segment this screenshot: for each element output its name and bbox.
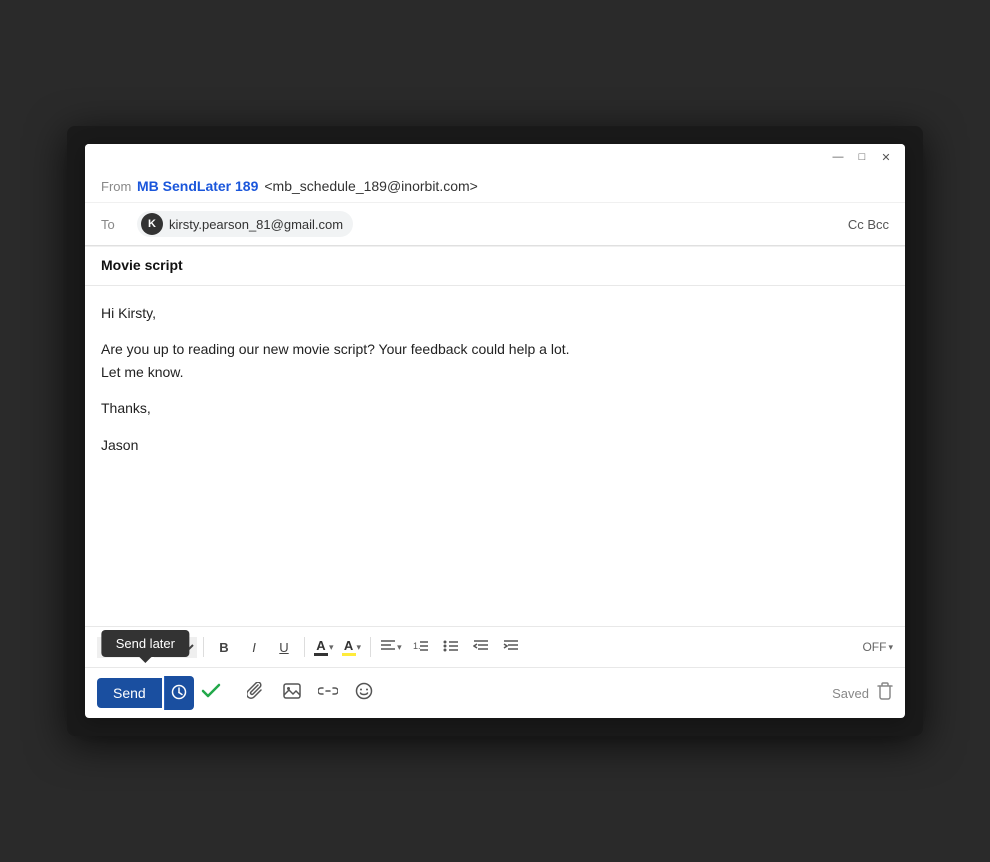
align-button[interactable]: ▾ (377, 639, 405, 656)
svg-text:1.: 1. (413, 641, 421, 651)
image-icon (283, 683, 301, 704)
from-email: <mb_schedule_189@inorbit.com> (264, 178, 477, 194)
indent-decrease-icon (473, 639, 489, 656)
indent-increase-icon (503, 639, 519, 656)
font-size-select[interactable]: 10 (154, 637, 197, 658)
unordered-list-icon (443, 639, 459, 656)
to-row: To K kirsty.pearson_81@gmail.com Cc Bcc (85, 203, 905, 245)
font-color-dropdown-arrow: ▾ (329, 642, 334, 653)
body-greeting: Hi Kirsty, (101, 302, 889, 324)
body-thanks: Thanks, (101, 397, 889, 419)
emoji-button[interactable] (348, 677, 380, 709)
font-color-icon: A (314, 638, 328, 656)
formatting-toolbar: Arial 10 B I U A ▾ (85, 626, 905, 667)
from-row: From MB SendLater 189 <mb_schedule_189@i… (85, 170, 905, 203)
body-signature: Jason (101, 434, 889, 456)
toolbar-divider-1 (203, 637, 204, 657)
toolbar-divider-3 (370, 637, 371, 657)
toolbar-divider-2 (304, 637, 305, 657)
bold-button[interactable]: B (210, 633, 238, 661)
font-family-select[interactable]: Arial (97, 637, 152, 658)
off-toggle[interactable]: OFF ▾ (862, 640, 893, 654)
font-color-button[interactable]: A ▾ (311, 638, 337, 656)
email-body[interactable]: Hi Kirsty, Are you up to reading our new… (85, 286, 905, 626)
attach-button[interactable] (240, 677, 272, 709)
window-chrome: — □ ✕ (85, 144, 905, 170)
header-section: From MB SendLater 189 <mb_schedule_189@i… (85, 170, 905, 246)
emoji-icon (355, 682, 373, 705)
cc-bcc-button[interactable]: Cc Bcc (848, 217, 889, 232)
body-paragraph: Are you up to reading our new movie scri… (101, 338, 889, 383)
underline-button[interactable]: U (270, 633, 298, 661)
recipient-email: kirsty.pearson_81@gmail.com (169, 217, 343, 232)
send-button[interactable]: Send (97, 678, 162, 708)
action-bar: Send later Send (85, 667, 905, 718)
recipient-chip[interactable]: K kirsty.pearson_81@gmail.com (137, 211, 353, 237)
ordered-list-button[interactable]: 1. (407, 633, 435, 661)
subject-text: Movie script (101, 257, 183, 273)
close-button[interactable]: ✕ (879, 150, 893, 164)
italic-button[interactable]: I (240, 633, 268, 661)
indent-decrease-button[interactable] (467, 633, 495, 661)
delete-button[interactable] (877, 682, 893, 705)
attach-icon (247, 682, 265, 705)
trash-icon (877, 687, 893, 704)
image-button[interactable] (276, 677, 308, 709)
indent-increase-button[interactable] (497, 633, 525, 661)
highlight-color-button[interactable]: A ▾ (339, 638, 365, 656)
recipient-avatar: K (141, 213, 163, 235)
minimize-button[interactable]: — (831, 150, 845, 164)
send-clock-button[interactable] (164, 676, 194, 710)
from-name: MB SendLater 189 (137, 178, 258, 194)
maximize-button[interactable]: □ (855, 150, 869, 164)
window-shadow: — □ ✕ From MB SendLater 189 <mb_schedule… (67, 126, 923, 736)
align-icon (380, 639, 396, 656)
highlight-dropdown-arrow: ▾ (357, 642, 362, 653)
send-button-group: Send later Send (97, 676, 194, 710)
highlight-color-icon: A (342, 638, 356, 656)
unordered-list-button[interactable] (437, 633, 465, 661)
off-dropdown-arrow: ▾ (888, 642, 893, 653)
check-button[interactable] (194, 676, 228, 710)
subject-row: Movie script (85, 246, 905, 286)
align-dropdown-arrow: ▾ (397, 642, 402, 653)
link-button[interactable] (312, 677, 344, 709)
compose-window: — □ ✕ From MB SendLater 189 <mb_schedule… (85, 144, 905, 718)
off-label-text: OFF (862, 640, 886, 654)
saved-indicator: Saved (832, 682, 893, 705)
to-label: To (101, 217, 137, 232)
ordered-list-icon: 1. (413, 639, 429, 656)
saved-text: Saved (832, 686, 869, 701)
check-icon (201, 683, 221, 704)
link-icon (318, 684, 338, 702)
from-label: From (101, 179, 137, 194)
action-icons (240, 677, 380, 709)
send-label: Send (113, 685, 146, 701)
clock-icon (171, 684, 187, 703)
